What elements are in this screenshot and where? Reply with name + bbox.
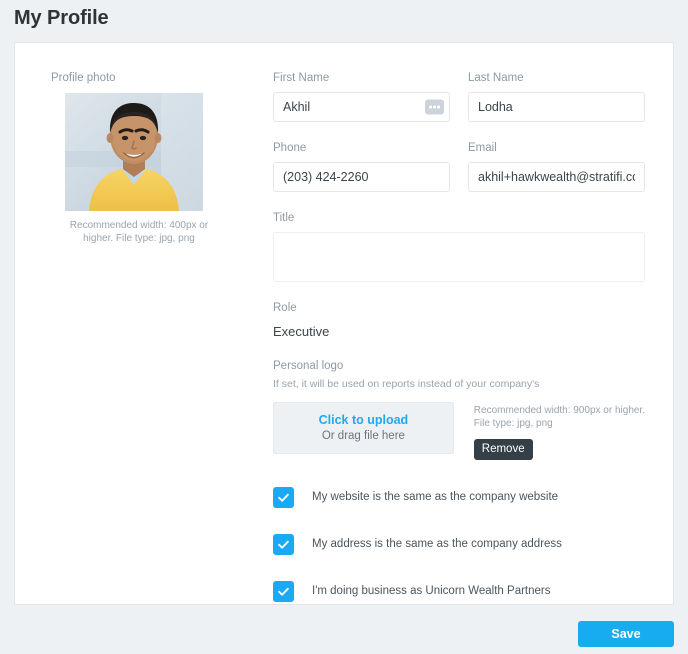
drag-file-hint: Or drag file here	[321, 430, 405, 442]
first-name-value: Akhil	[283, 100, 311, 114]
checkbox-label-dba: I'm doing business as Unicorn Wealth Par…	[312, 584, 551, 597]
role-label: Role	[273, 302, 297, 314]
title-input[interactable]	[273, 232, 645, 282]
last-name-value: Lodha	[478, 100, 513, 114]
email-value: akhil+hawkwealth@stratifi.cor	[478, 170, 635, 184]
checkbox-label-website: My website is the same as the company we…	[312, 490, 559, 503]
profile-photo-hint: Recommended width: 400px or higher. File…	[69, 220, 209, 244]
checkbox-row-address[interactable]: My address is the same as the company ad…	[273, 533, 645, 555]
last-name-field-group: Last Name Lodha	[468, 71, 645, 122]
last-name-input[interactable]: Lodha	[468, 92, 645, 122]
profile-photo-image[interactable]	[65, 93, 203, 211]
profile-page: My Profile Profile photo Recommended wid…	[0, 0, 688, 654]
email-field-group: Email akhil+hawkwealth@stratifi.cor	[468, 141, 645, 192]
check-icon[interactable]	[273, 580, 294, 602]
logo-note-line-2: File type: jpg, png	[473, 417, 553, 429]
first-name-field-group: First Name Akhil	[273, 71, 450, 122]
save-button[interactable]: Save	[578, 621, 674, 647]
email-label: Email	[468, 142, 497, 154]
personal-logo-label: Personal logo	[273, 360, 344, 372]
checkbox-row-website[interactable]: My website is the same as the company we…	[273, 486, 645, 508]
page-title: My Profile	[14, 7, 109, 29]
profile-photo-section: Profile photo Recommended width: 400px o…	[51, 71, 231, 245]
logo-upload-info: Recommended width: 900px or higher. File…	[473, 402, 645, 460]
role-value: Executive	[273, 324, 330, 339]
first-name-label: First Name	[273, 72, 330, 84]
checkbox-row-dba[interactable]: I'm doing business as Unicorn Wealth Par…	[273, 580, 645, 602]
logo-dropzone[interactable]: Click to upload Or drag file here	[273, 401, 454, 454]
click-to-upload-link[interactable]: Click to upload	[319, 413, 409, 427]
personal-logo-section: Personal logo If set, it will be used on…	[273, 359, 645, 460]
remove-logo-button[interactable]: Remove	[473, 438, 533, 460]
check-icon[interactable]	[273, 533, 294, 555]
role-field-group: Role Executive	[273, 301, 645, 340]
checkbox-group: My website is the same as the company we…	[273, 486, 645, 602]
phone-value: (203) 424-2260	[283, 170, 369, 184]
logo-note-line-1: Recommended width: 900px or higher.	[473, 404, 645, 416]
phone-input[interactable]: (203) 424-2260	[273, 162, 450, 192]
phone-label: Phone	[273, 142, 307, 154]
title-field-group: Title	[273, 211, 645, 282]
email-input[interactable]: akhil+hawkwealth@stratifi.cor	[468, 162, 645, 192]
first-name-input[interactable]: Akhil	[273, 92, 450, 122]
checkbox-label-address: My address is the same as the company ad…	[312, 537, 562, 550]
title-label: Title	[273, 212, 295, 224]
phone-field-group: Phone (203) 424-2260	[273, 141, 450, 192]
profile-photo-label: Profile photo	[51, 72, 116, 84]
last-name-label: Last Name	[468, 72, 524, 84]
profile-card: Profile photo Recommended width: 400px o…	[14, 42, 674, 605]
profile-form: First Name Akhil Last Name Lodha Phone (…	[273, 71, 645, 602]
check-icon[interactable]	[273, 486, 294, 508]
personal-logo-helper: If set, it will be used on reports inste…	[273, 378, 540, 390]
ellipsis-icon[interactable]	[425, 99, 444, 115]
